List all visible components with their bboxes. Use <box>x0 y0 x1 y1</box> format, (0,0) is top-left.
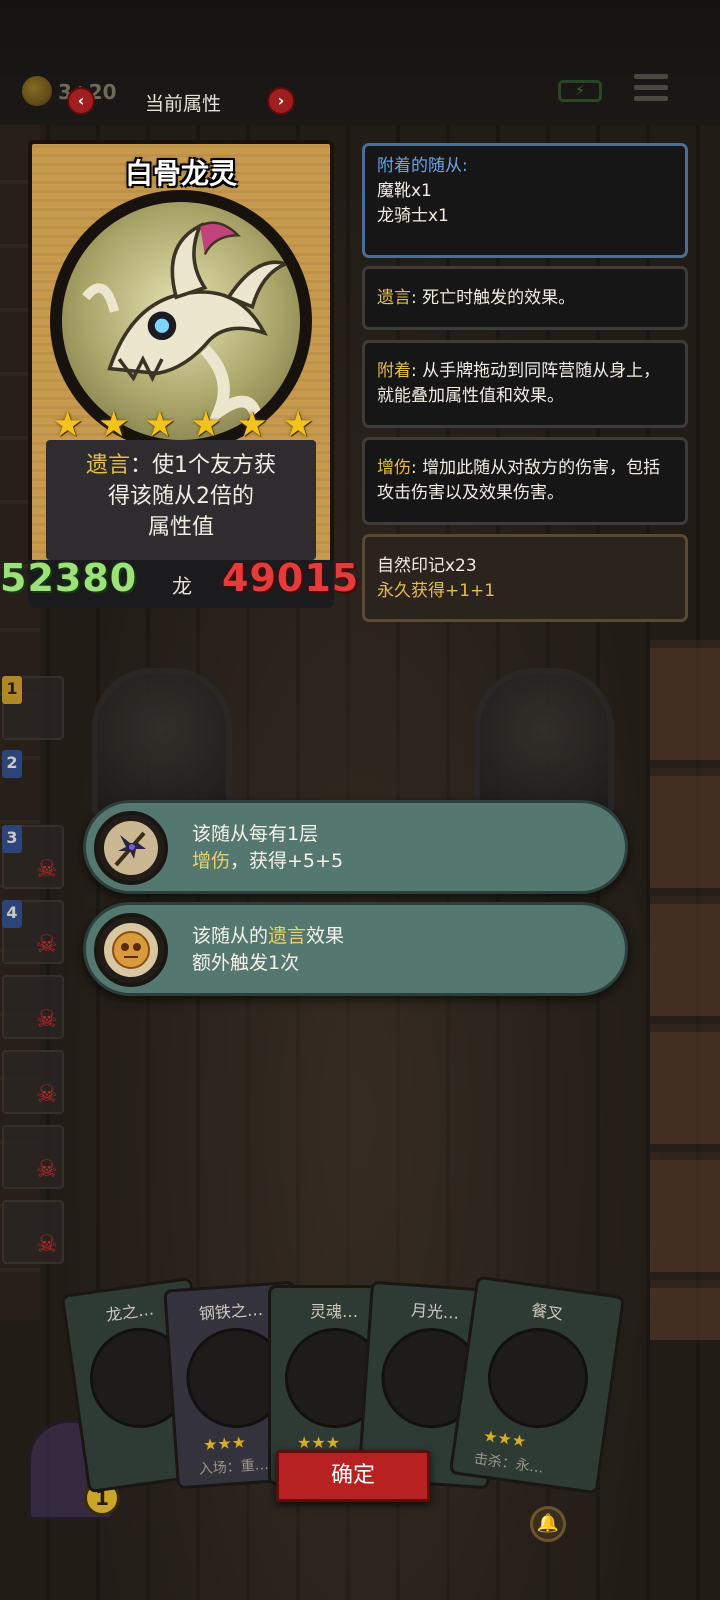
deathrattle-text: : 死亡时触发的效果。 <box>411 288 576 308</box>
hand-card-stars: ★★★ <box>202 1432 247 1455</box>
skull-icon: ☠ <box>36 1155 58 1183</box>
deathrattle-info-panel: 遗言: 死亡时触发的效果。 <box>362 266 688 330</box>
card-description: 遗言：使1个友方获 得该随从2倍的 属性值 <box>46 440 316 560</box>
hand-card-text: 入场：重… <box>198 1456 270 1478</box>
effect-text: 该随从的遗言效果 额外触发1次 <box>192 923 344 977</box>
board-slot-8[interactable]: ☠ <box>2 1200 64 1264</box>
opponent-portrait-left <box>92 668 232 818</box>
battery-icon: ⚡ <box>558 80 602 102</box>
slot-number: 2 <box>2 750 22 778</box>
effect-line-2: 额外触发1次 <box>192 952 300 974</box>
skull-icon: ☠ <box>36 1230 58 1258</box>
next-page-button[interactable]: › <box>267 87 295 115</box>
hand-card-stars: ★★★ <box>482 1426 528 1451</box>
board-slot-6[interactable]: ☠ <box>2 1050 64 1114</box>
deathrattle-keyword: 遗言 <box>377 288 411 308</box>
board-slot-2[interactable]: 2 <box>2 750 64 814</box>
damage-boost-info-panel: 增伤: 增加此随从对敌方的伤害，包括攻击伤害以及效果伤害。 <box>362 437 688 525</box>
star-icon: ★ <box>98 405 130 445</box>
effect-line-1-pre: 该随从的 <box>192 925 269 947</box>
star-icon: ★ <box>144 405 176 445</box>
board-slot-5[interactable]: ☠ <box>2 975 64 1039</box>
attached-item: 魔靴x1 <box>377 181 432 201</box>
effect-text: 该随从每有1层 增伤，获得+5+5 <box>192 821 343 875</box>
board-slot-1[interactable]: 1 <box>2 676 64 740</box>
desc-line-2: 得该随从2倍的 <box>108 484 254 509</box>
effect-row-damage-boost: 该随从每有1层 增伤，获得+5+5 <box>83 800 628 894</box>
desc-line-3: 属性值 <box>147 515 214 540</box>
effect-line-1-post: 效果 <box>306 925 345 947</box>
damage-boost-keyword: 增伤 <box>377 458 411 478</box>
opponent-portrait-right <box>474 668 614 818</box>
skull-medallion-icon <box>94 913 168 987</box>
hand-card-name: 餐叉 <box>530 1300 565 1324</box>
page-title: 当前属性 <box>144 93 221 115</box>
star-icon: ★ <box>236 405 268 445</box>
card-stars: ★ ★ ★ ★ ★ ★ <box>52 408 314 443</box>
attach-info-panel: 附着: 从手牌拖动到同阵营随从身上，就能叠加属性值和效果。 <box>362 340 688 428</box>
nature-mark-title: 自然印记x23 <box>377 556 477 576</box>
minion-card: 白骨龙灵 ★ ★ ★ ★ ★ ★ 遗言：使1个友方获 得该随从2倍的 属性值 5… <box>0 140 362 616</box>
attached-item: 龙骑士x1 <box>377 206 449 226</box>
board-slot-7[interactable]: ☠ <box>2 1125 64 1189</box>
board-slot-4[interactable]: 4 ☠ <box>2 900 64 964</box>
top-bar: 3+20 ‹ 当前属性 › ⚡ <box>0 0 720 125</box>
effect-row-deathrattle: 该随从的遗言效果 额外触发1次 <box>83 902 628 996</box>
skull-icon: ☠ <box>36 930 58 958</box>
attack-value: 52380 <box>0 556 138 600</box>
star-icon: ★ <box>52 405 84 445</box>
effect-line-2: ，获得+5+5 <box>230 850 344 872</box>
effect-line-1: 该随从每有1层 <box>192 823 319 845</box>
attach-keyword: 附着 <box>377 361 411 381</box>
health-value: 490153 <box>222 556 362 600</box>
star-icon: ★ <box>282 405 314 445</box>
attached-minions-panel: 附着的随从: 魔靴x1 龙骑士x1 <box>362 143 688 258</box>
coin-icon <box>22 76 52 106</box>
hand-card-5[interactable]: 餐叉 ★★★ 击杀：永… <box>448 1275 626 1495</box>
slot-number: 3 <box>2 825 22 853</box>
bell-icon[interactable]: 🔔 <box>530 1506 566 1542</box>
nature-mark-text: 永久获得+1+1 <box>377 581 496 601</box>
slot-number: 4 <box>2 900 22 928</box>
attach-text: : 从手牌拖动到同阵营随从身上，就能叠加属性值和效果。 <box>377 361 661 406</box>
attached-title: 附着的随从: <box>377 156 468 176</box>
bookshelf-right <box>650 640 720 1340</box>
desc-line-1: ：使1个友方获 <box>130 453 276 478</box>
nature-mark-panel: 自然印记x23 永久获得+1+1 <box>362 534 688 622</box>
bat-staff-icon <box>94 811 168 885</box>
deathrattle-keyword: 遗言 <box>268 925 307 947</box>
skull-icon: ☠ <box>36 1080 58 1108</box>
tribe-label: 龙 <box>172 574 192 598</box>
damage-boost-keyword: 增伤 <box>192 850 231 872</box>
star-icon: ★ <box>190 405 222 445</box>
confirm-button[interactable]: 确定 <box>276 1450 430 1502</box>
prev-page-button[interactable]: ‹ <box>67 87 95 115</box>
card-name: 白骨龙灵 <box>124 157 237 190</box>
hand-card-art <box>481 1321 595 1435</box>
hand-card-text: 击杀：永… <box>472 1451 545 1477</box>
skull-icon: ☠ <box>36 855 58 883</box>
board-slot-3[interactable]: 3 ☠ <box>2 825 64 889</box>
slot-number: 1 <box>2 676 22 704</box>
skull-icon: ☠ <box>36 1005 58 1033</box>
deathrattle-keyword: 遗言 <box>85 453 130 478</box>
damage-boost-text: : 增加此随从对敌方的伤害，包括攻击伤害以及效果伤害。 <box>377 458 661 503</box>
menu-icon[interactable] <box>634 74 668 102</box>
